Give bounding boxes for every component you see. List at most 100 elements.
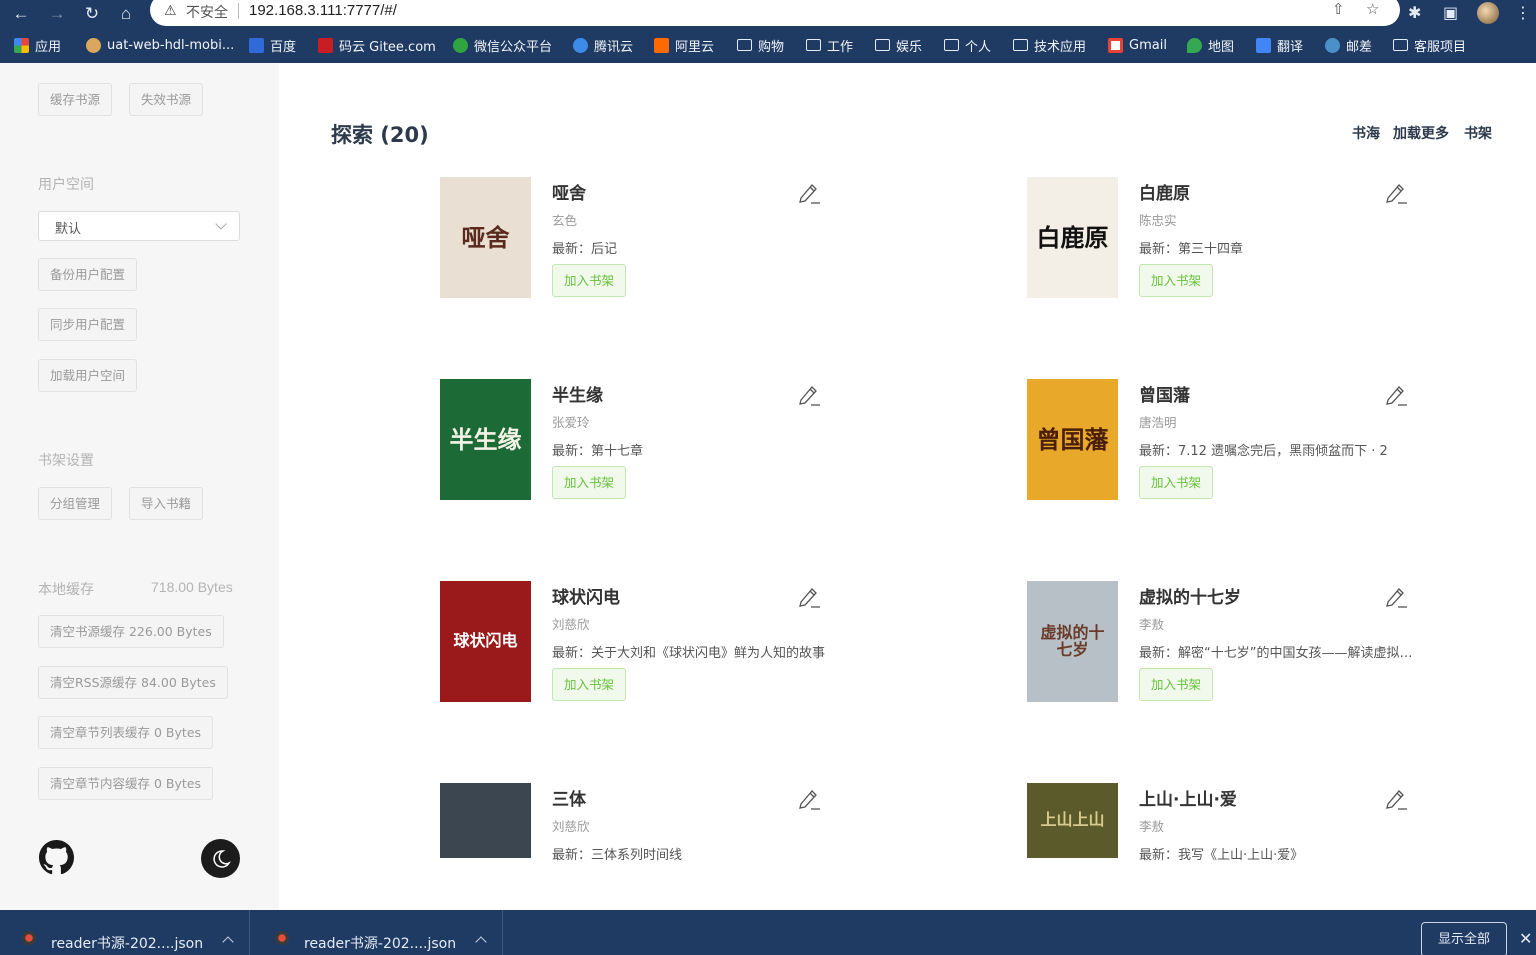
bookmark-apps[interactable]: 应用 — [14, 36, 61, 55]
book-card[interactable]: 虚拟的十七岁 虚拟的十七岁 李敖 最新：解密“十七岁”的中国女孩——解读虚拟的十… — [1027, 581, 1447, 706]
bookmark-folder-personal[interactable]: 个人 — [944, 36, 991, 55]
show-all-downloads-button[interactable]: 显示全部 — [1421, 922, 1507, 955]
forward-arrow-icon[interactable]: → — [45, 2, 69, 26]
load-user-space-button[interactable]: 加载用户空间 — [38, 359, 138, 392]
bookmark-gmail[interactable]: Gmail — [1108, 36, 1167, 54]
bookmark-gitee[interactable]: 码云 Gitee.com — [318, 36, 436, 55]
user-space-select[interactable]: 默认 — [38, 211, 240, 241]
github-icon[interactable] — [39, 840, 74, 875]
sync-user-config-button[interactable]: 同步用户配置 — [38, 308, 138, 341]
book-title[interactable]: 半生缘 — [552, 381, 603, 406]
book-card[interactable]: 半生缘 半生缘 张爱玲 最新：第十七章 加入书架 — [440, 379, 860, 504]
download-item[interactable]: reader书源-202....json — [0, 910, 250, 955]
clear-source-cache-button[interactable]: 清空书源缓存 226.00 Bytes — [38, 615, 224, 648]
book-card[interactable]: 哑舍 哑舍 玄色 最新：后记 加入书架 — [440, 177, 860, 302]
book-cover[interactable]: 球状闪电 — [440, 581, 531, 702]
bookmark-tencent-cloud[interactable]: 腾讯云 — [573, 36, 633, 55]
book-latest-chapter: 最新：三体系列时间线 — [552, 848, 683, 863]
extensions-icon[interactable]: ✱ — [1408, 3, 1421, 23]
bookmark-wechat[interactable]: 微信公众平台 — [453, 36, 552, 55]
chevron-up-icon[interactable] — [475, 936, 487, 948]
translate-icon — [1256, 37, 1271, 53]
book-latest-chapter: 最新：我写《上山·上山·爱》 — [1139, 848, 1304, 863]
menu-kebab-icon[interactable]: ⋮ — [1515, 3, 1531, 23]
reload-icon[interactable]: ↻ — [80, 2, 104, 26]
book-title[interactable]: 哑舍 — [552, 179, 586, 204]
bookmark-folder-entertainment[interactable]: 娱乐 — [875, 36, 922, 55]
bookmarks-bar: 应用 uat-web-hdl-mobi... 百度 码云 Gitee.com 微… — [0, 28, 1536, 63]
edit-pencil-icon[interactable] — [1384, 787, 1408, 811]
bookmark-folder-work[interactable]: 工作 — [806, 36, 853, 55]
book-latest-chapter: 最新：关于大刘和《球状闪电》鲜为人知的故事 — [552, 646, 826, 661]
bookmark-label: Gmail — [1129, 37, 1167, 53]
clear-chapter-content-cache-button[interactable]: 清空章节内容缓存 0 Bytes — [38, 767, 213, 800]
edit-pencil-icon[interactable] — [797, 181, 821, 205]
edit-pencil-icon[interactable] — [1384, 181, 1408, 205]
address-bar[interactable]: ⚠ 不安全 192.168.3.111:7777/#/ ⇧ ☆ — [150, 0, 1400, 26]
book-title[interactable]: 虚拟的十七岁 — [1139, 583, 1241, 608]
import-books-button[interactable]: 导入书籍 — [129, 487, 204, 520]
book-sea-link[interactable]: 书海 — [1352, 123, 1380, 143]
profile-avatar[interactable] — [1477, 2, 1499, 24]
download-item[interactable]: reader书源-202....json — [253, 910, 503, 955]
backup-user-config-button[interactable]: 备份用户配置 — [38, 258, 138, 291]
edit-pencil-icon[interactable] — [797, 787, 821, 811]
bookshelf-link[interactable]: 书架 — [1464, 123, 1492, 143]
bookmark-postman[interactable]: 邮差 — [1325, 36, 1372, 55]
add-to-shelf-button[interactable]: 加入书架 — [1139, 668, 1214, 701]
invalid-sources-button[interactable]: 失效书源 — [129, 83, 204, 116]
edit-pencil-icon[interactable] — [1384, 383, 1408, 407]
home-icon[interactable]: ⌂ — [114, 2, 138, 26]
star-icon[interactable]: ☆ — [1366, 0, 1379, 18]
book-title[interactable]: 上山·上山·爱 — [1139, 785, 1237, 810]
book-cover[interactable]: 虚拟的十七岁 — [1027, 581, 1118, 702]
folder-icon — [737, 39, 752, 51]
book-cover[interactable]: 上山上山 — [1027, 783, 1118, 858]
clear-rss-cache-button[interactable]: 清空RSS源缓存 84.00 Bytes — [38, 666, 228, 699]
bookmark-baidu[interactable]: 百度 — [249, 36, 296, 55]
chevron-up-icon[interactable] — [222, 936, 234, 948]
book-cover[interactable]: 曾国藩 — [1027, 379, 1118, 500]
bookmark-folder-customer[interactable]: 客服项目 — [1393, 36, 1466, 55]
clear-chapter-list-cache-button[interactable]: 清空章节列表缓存 0 Bytes — [38, 716, 213, 749]
share-icon[interactable]: ⇧ — [1332, 0, 1345, 18]
book-cover[interactable] — [440, 783, 531, 858]
add-to-shelf-button[interactable]: 加入书架 — [1139, 466, 1214, 499]
book-cover[interactable]: 白鹿原 — [1027, 177, 1118, 298]
book-cover[interactable]: 半生缘 — [440, 379, 531, 500]
book-card[interactable]: 白鹿原 白鹿原 陈忠实 最新：第三十四章 加入书架 — [1027, 177, 1447, 302]
book-card[interactable]: 上山上山 上山·上山·爱 李敖 最新：我写《上山·上山·爱》 — [1027, 783, 1447, 908]
edit-pencil-icon[interactable] — [797, 383, 821, 407]
book-cover[interactable]: 哑舍 — [440, 177, 531, 298]
add-to-shelf-button[interactable]: 加入书架 — [552, 466, 627, 499]
bookmark-aliyun[interactable]: 阿里云 — [654, 36, 714, 55]
cached-sources-button[interactable]: 缓存书源 — [38, 83, 113, 116]
bookmark-maps[interactable]: 地图 — [1187, 36, 1234, 55]
book-card[interactable]: 三体 刘慈欣 最新：三体系列时间线 — [440, 783, 860, 908]
bookmark-translate[interactable]: 翻译 — [1256, 36, 1303, 55]
add-to-shelf-button[interactable]: 加入书架 — [1139, 264, 1214, 297]
load-more-link[interactable]: 加载更多 — [1393, 123, 1449, 143]
bookmark-folder-tech[interactable]: 技术应用 — [1013, 36, 1086, 55]
bookmark-folder-shopping[interactable]: 购物 — [737, 36, 784, 55]
book-title[interactable]: 曾国藩 — [1139, 381, 1190, 406]
book-author: 玄色 — [552, 213, 578, 228]
sidepanel-icon[interactable]: ▣ — [1443, 3, 1458, 23]
moon-icon — [213, 850, 231, 868]
group-management-button[interactable]: 分组管理 — [38, 487, 113, 520]
book-card[interactable]: 球状闪电 球状闪电 刘慈欣 最新：关于大刘和《球状闪电》鲜为人知的故事 加入书架 — [440, 581, 860, 706]
apps-grid-icon — [14, 37, 29, 53]
close-icon[interactable]: ✕ — [1519, 929, 1532, 949]
url-text[interactable]: 192.168.3.111:7777/#/ — [249, 2, 397, 19]
edit-pencil-icon[interactable] — [1384, 585, 1408, 609]
book-card[interactable]: 曾国藩 曾国藩 唐浩明 最新：7.12 遗嘱念完后，黑雨倾盆而下 · 2 加入书… — [1027, 379, 1447, 504]
book-title[interactable]: 白鹿原 — [1139, 179, 1190, 204]
add-to-shelf-button[interactable]: 加入书架 — [552, 668, 627, 701]
book-title[interactable]: 三体 — [552, 785, 586, 810]
bookmark-uat[interactable]: uat-web-hdl-mobi... — [86, 36, 234, 54]
add-to-shelf-button[interactable]: 加入书架 — [552, 264, 627, 297]
book-title[interactable]: 球状闪电 — [552, 583, 620, 608]
dark-mode-toggle[interactable] — [201, 839, 240, 878]
back-arrow-icon[interactable]: ← — [9, 2, 33, 26]
edit-pencil-icon[interactable] — [797, 585, 821, 609]
